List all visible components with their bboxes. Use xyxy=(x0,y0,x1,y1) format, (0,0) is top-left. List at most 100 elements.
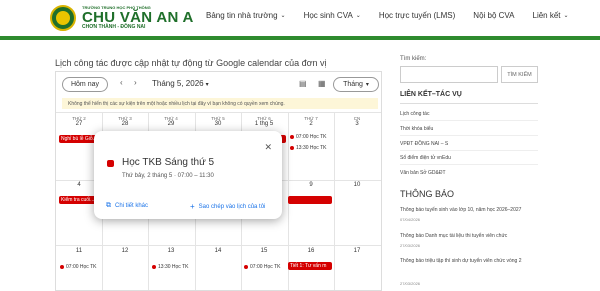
day-number: 27 xyxy=(75,121,83,128)
sidebar-link[interactable]: Thời khóa biểu xyxy=(400,126,433,132)
news-item-title[interactable]: Thông báo Danh mục tài liệu thi tuyển vi… xyxy=(400,233,540,240)
links-heading: LIÊN KẾT–TÁC VỤ xyxy=(400,91,462,98)
calendar-event[interactable]: Tiết 1: Tư vấn m xyxy=(288,262,332,270)
sidebar-link[interactable]: Sổ điểm điện tử vnEdu xyxy=(400,155,451,161)
day-cell[interactable]: THỨ 5 30 xyxy=(195,116,241,129)
link-label: Sao chép vào lịch của tôi xyxy=(198,203,266,210)
event-title: Học TKB Sáng thứ 5 xyxy=(122,157,215,168)
month-label: Tháng 5, 2026 xyxy=(152,79,204,88)
day-cell[interactable]: THỨ 2 27 xyxy=(56,116,102,129)
news-item-date: 27/03/2026 xyxy=(400,281,421,286)
news-item-date: 07/04/2026 xyxy=(400,217,421,222)
day-number: 16 xyxy=(307,248,315,254)
news-item-title[interactable]: Thông báo triệu tập thí sinh dự tuyển vi… xyxy=(400,258,540,265)
day-cell[interactable]: CN 3 xyxy=(334,116,380,129)
view-selector[interactable]: Tháng ▾ xyxy=(333,77,379,92)
search-label: Tìm kiếm: xyxy=(400,56,427,62)
day-cell[interactable]: 17 xyxy=(334,248,380,255)
nav-label: Học sinh CVA xyxy=(303,11,353,20)
copy-to-calendar-link[interactable]: + Sao chép vào lịch của tôi xyxy=(190,202,265,211)
sidebar-link[interactable]: Lịch công tác xyxy=(400,111,429,117)
day-number: 14 xyxy=(214,248,222,254)
day-cell[interactable]: 16 xyxy=(288,248,334,255)
event-dot-icon xyxy=(244,265,248,269)
day-cell[interactable]: 12 xyxy=(102,248,148,255)
calendar-event[interactable]: 13:30 Học TK xyxy=(152,264,188,270)
day-number: 30 xyxy=(214,121,222,128)
day-cell[interactable]: 9 xyxy=(288,182,334,189)
calendar-event[interactable]: 13:30 Học TK xyxy=(290,145,326,151)
calendar-event[interactable]: 07:00 Học TK xyxy=(244,264,280,270)
nav-label: Liên kết xyxy=(532,11,561,20)
news-item-date: 27/03/2026 xyxy=(400,243,421,248)
day-number: 13 xyxy=(167,248,175,254)
calendar-icon[interactable]: ▦ xyxy=(318,79,326,88)
more-details-link[interactable]: ⧉ Chi tiết khác xyxy=(106,202,148,210)
nav-item-bang-tin[interactable]: Bảng tin nhà trường ⌄ xyxy=(206,11,286,20)
day-number: 3 xyxy=(355,121,359,128)
school-emblem-icon xyxy=(50,5,76,31)
day-cell[interactable]: 11 xyxy=(56,248,102,255)
day-cell[interactable]: THỨ 4 29 xyxy=(148,116,194,129)
close-icon[interactable]: ✕ xyxy=(264,142,272,153)
chevron-down-icon: ⌄ xyxy=(563,13,569,19)
event-label: 07:00 Học TK xyxy=(66,264,97,270)
event-label: 07:00 Học TK xyxy=(250,264,281,270)
site-logo[interactable]: TRƯỜNG TRUNG HỌC PHỔ THÔNG CHU VĂN AN A … xyxy=(50,5,194,31)
event-time: Thứ bảy, 2 tháng 5 · 07:00 – 11:30 xyxy=(122,173,214,179)
chevron-down-icon: ▾ xyxy=(205,82,209,88)
sidebar-link[interactable]: VPĐT ĐỒNG NAI – S xyxy=(400,141,448,147)
day-number: 10 xyxy=(353,182,361,188)
calendar-event[interactable]: 07:00 Học TK xyxy=(60,264,96,270)
today-button[interactable]: Hôm nay xyxy=(62,77,108,92)
event-color-swatch xyxy=(107,160,114,167)
nav-label: Học trực tuyến (LMS) xyxy=(378,11,456,20)
day-number: 1 thg 5 xyxy=(254,121,274,128)
nav-label: Nội bộ CVA xyxy=(473,11,515,20)
nav-item-lien-ket[interactable]: Liên kết ⌄ xyxy=(533,11,569,20)
search-button[interactable]: TÌM KIẾM xyxy=(501,66,538,83)
google-calendar-embed: Hôm nay ‹ › Tháng 5, 2026 ▾ ▤ ▦ Tháng ▾ Kh… xyxy=(55,71,382,291)
news-heading: THÔNG BÁO xyxy=(400,189,455,199)
main-nav: Bảng tin nhà trường ⌄ Học sinh CVA ⌄ Học t… xyxy=(206,11,587,20)
page-title: Lịch công tác được cập nhật tự động từ G… xyxy=(55,58,327,68)
search-input[interactable] xyxy=(400,66,498,83)
logo-main-text: CHU VĂN AN A xyxy=(82,9,194,26)
print-icon[interactable]: ▤ xyxy=(299,79,307,88)
nav-item-hoc-sinh[interactable]: Học sinh CVA ⌄ xyxy=(304,11,361,20)
nav-item-noi-bo[interactable]: Nội bộ CVA xyxy=(473,11,514,20)
chevron-down-icon: ⌄ xyxy=(355,13,361,19)
day-cell[interactable]: THỨ 72 xyxy=(288,116,334,129)
logo-sub-text: CHƠN THÀNH - ĐỒNG NAI xyxy=(82,24,146,30)
day-cell[interactable]: 15 xyxy=(241,248,287,255)
day-cell[interactable]: 13 xyxy=(148,248,194,255)
day-cell[interactable]: THỨ 61 thg 5 xyxy=(241,116,287,129)
month-selector[interactable]: Tháng 5, 2026 ▾ xyxy=(152,79,209,88)
external-link-icon: ⧉ xyxy=(106,202,111,209)
next-month-icon[interactable]: › xyxy=(134,78,137,87)
day-cell[interactable]: THỨ 3 28 xyxy=(102,116,148,129)
site-header: TRƯỜNG TRUNG HỌC PHỔ THÔNG CHU VĂN AN A … xyxy=(0,0,600,36)
day-cell[interactable]: 14 xyxy=(195,248,241,255)
calendar-toolbar: Hôm nay ‹ › Tháng 5, 2026 ▾ ▤ ▦ Tháng ▾ xyxy=(56,72,381,96)
calendar-event[interactable]: 07:00 Học TK xyxy=(290,134,326,140)
event-dot-icon xyxy=(60,265,64,269)
chevron-down-icon: ⌄ xyxy=(280,13,286,19)
event-label: 07:00 Học TK xyxy=(296,134,327,140)
day-number: 2 xyxy=(309,121,313,128)
day-cell[interactable]: 10 xyxy=(334,182,380,189)
nav-label: Bảng tin nhà trường xyxy=(206,11,278,20)
day-number: 15 xyxy=(260,248,268,254)
chevron-down-icon: ▾ xyxy=(365,82,369,88)
nav-item-hoc-truc-tuyen[interactable]: Học trực tuyến (LMS) xyxy=(379,11,455,20)
heading-divider xyxy=(400,103,538,104)
calendar-event-bar[interactable] xyxy=(288,196,332,204)
prev-month-icon[interactable]: ‹ xyxy=(120,78,123,87)
day-number: 12 xyxy=(121,248,129,254)
sidebar-link[interactable]: Văn bản Sở GD&ĐT xyxy=(400,170,446,176)
event-label: 13:30 Học TK xyxy=(296,145,327,151)
day-number: 28 xyxy=(121,121,129,128)
view-label: Tháng xyxy=(343,81,363,88)
event-details-popup: ✕ Học TKB Sáng thứ 5 Thứ bảy, 2 tháng 5 … xyxy=(94,131,282,219)
news-item-title[interactable]: Thông báo tuyển sinh vào lớp 10, năm học… xyxy=(400,207,540,214)
